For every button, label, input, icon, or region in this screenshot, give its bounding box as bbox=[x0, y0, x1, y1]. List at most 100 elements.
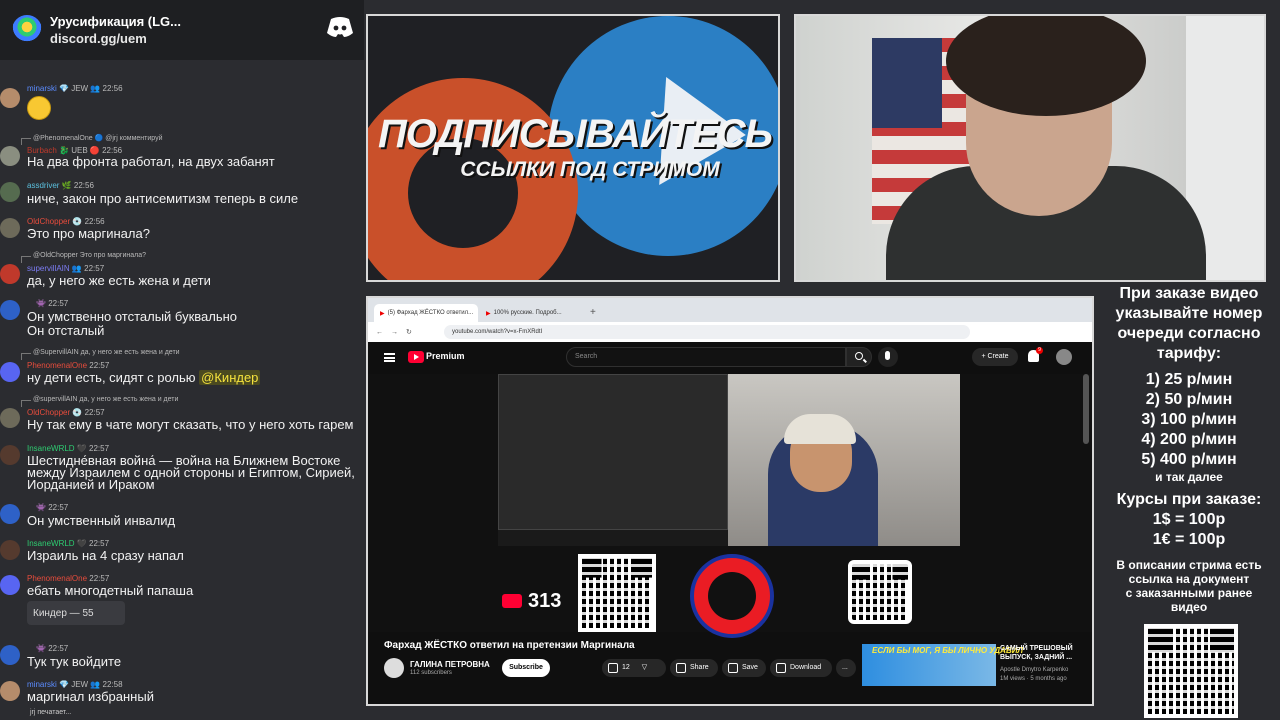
reply-preview[interactable]: @SupervillAIN да, у него же есть жена и … bbox=[21, 349, 180, 360]
recommended-thumbnail[interactable]: ЕСЛИ БЫ МОГ, Я БЫ ЛИЧНО УДАВИЛ bbox=[862, 644, 1023, 686]
reply-preview[interactable]: @supervillAIN да, у него же есть жена и … bbox=[20, 396, 178, 407]
message-text: да, у него же есть жена и дети bbox=[27, 273, 211, 288]
new-tab-icon[interactable]: + bbox=[590, 307, 596, 318]
youtube-brand[interactable]: Premium bbox=[426, 351, 465, 361]
like-count: 12 bbox=[622, 664, 630, 671]
message-time: 22:56 bbox=[84, 217, 105, 226]
message-text: ебать многодетный папаша bbox=[27, 583, 194, 598]
user-nick[interactable]: InsaneWRLD bbox=[27, 444, 75, 453]
search-icon bbox=[855, 352, 863, 360]
reply-preview[interactable]: @OldChopper Это про маргинала? bbox=[20, 252, 146, 263]
download-button[interactable]: Download bbox=[770, 659, 832, 677]
channel-avatar[interactable] bbox=[384, 658, 404, 678]
price-tier: 1) 25 р/мин bbox=[1145, 371, 1233, 388]
forward-icon[interactable]: → bbox=[391, 329, 398, 336]
webcam-feed bbox=[794, 14, 1266, 282]
server-invite-link[interactable]: discord.gg/uem bbox=[50, 30, 181, 47]
rates-title: Курсы при заказе: bbox=[1116, 491, 1262, 508]
price-intro-line: тарифу: bbox=[1156, 345, 1222, 362]
price-tier: 5) 400 р/мин bbox=[1141, 451, 1237, 468]
message-time: 22:56 bbox=[102, 84, 123, 93]
back-icon[interactable]: ← bbox=[376, 329, 383, 336]
stream-overlay: Урусификация (LG... discord.gg/uem minar… bbox=[0, 0, 1280, 720]
description-note: видео bbox=[1170, 600, 1208, 614]
youtube-logo-icon[interactable] bbox=[408, 351, 424, 363]
user-badges: 👾 bbox=[36, 503, 46, 512]
create-button[interactable]: + Create bbox=[972, 348, 1018, 366]
account-avatar[interactable] bbox=[1056, 349, 1072, 365]
address-bar-row: ← → ↻ youtube.com/watch?v=x-FmXRdtI bbox=[368, 322, 1092, 342]
user-badges: 👾 bbox=[36, 299, 46, 308]
recommended-title[interactable]: САМЫЙ ТРЕШОВЫЙ ВЫПУСК, ЗАДНИЙ ... bbox=[1000, 644, 1092, 662]
more-actions-button[interactable]: ... bbox=[836, 659, 856, 677]
user-avatar bbox=[0, 218, 20, 238]
reload-icon[interactable]: ↻ bbox=[406, 328, 412, 336]
url-field[interactable]: youtube.com/watch?v=x-FmXRdtI bbox=[444, 325, 970, 339]
user-avatar bbox=[0, 540, 20, 560]
user-badges: 💿 bbox=[72, 408, 83, 417]
download-label: Download bbox=[790, 664, 822, 671]
user-avatar bbox=[0, 362, 20, 382]
user-nick[interactable]: PhenomenalOne bbox=[27, 574, 87, 583]
price-list-panel: При заказе видео указывайте номер очеред… bbox=[1098, 284, 1280, 720]
reply-preview[interactable]: @PhenomenalOne 🔵 @jrj комментируй bbox=[21, 134, 163, 145]
user-avatar bbox=[0, 264, 20, 284]
recommended-channel[interactable]: Apostle Dmytro Karpenko bbox=[1000, 667, 1068, 673]
tab-title: (5) Фархад ЖЁСТКО ответил... bbox=[387, 310, 474, 316]
save-label: Save bbox=[742, 664, 758, 671]
download-icon bbox=[776, 663, 786, 673]
user-mention[interactable]: @Киндер bbox=[199, 370, 261, 385]
search-input[interactable]: Search bbox=[566, 347, 846, 367]
search-button[interactable] bbox=[846, 347, 872, 367]
message-text: ниче, закон про антисемитизм теперь в си… bbox=[27, 191, 299, 206]
message-text: На два фронта работал, на двух забанят bbox=[27, 154, 275, 169]
subscribe-button[interactable]: Subscribe bbox=[502, 659, 550, 677]
video-title: Фархад ЖЁСТКО ответил на претензии Марги… bbox=[384, 640, 635, 651]
message-time: 22:57 bbox=[84, 408, 105, 417]
page-scrollbar[interactable] bbox=[1083, 374, 1089, 444]
rate-line: 1$ = 100р bbox=[1152, 511, 1226, 528]
price-intro-line: очереди согласно bbox=[1117, 325, 1261, 342]
message-text: ну дети есть, сидят с ролью bbox=[27, 370, 200, 385]
price-tier: 2) 50 р/мин bbox=[1145, 391, 1233, 408]
microphone-icon[interactable] bbox=[878, 347, 898, 367]
user-nick[interactable]: assdriver bbox=[27, 181, 59, 190]
save-button[interactable]: Save bbox=[722, 659, 766, 677]
description-note: В описании стрима есть bbox=[1116, 558, 1262, 572]
qr-code-icon bbox=[578, 554, 656, 632]
browser-tab-active[interactable]: ▶ (5) Фархад ЖЁСТКО ответил... bbox=[374, 304, 478, 322]
message-time: 22:58 bbox=[102, 680, 123, 689]
message-time: 22:56 bbox=[73, 181, 94, 190]
price-tier: 3) 100 р/мин bbox=[1141, 411, 1237, 428]
message-time: 22:57 bbox=[89, 444, 110, 453]
video-player[interactable]: 313 bbox=[368, 374, 1092, 638]
message-time: 22:57 bbox=[48, 503, 69, 512]
browser-tab[interactable]: ▶ 100% русские. Подроб... bbox=[480, 304, 584, 322]
message-time: 22:57 bbox=[48, 299, 69, 308]
like-button[interactable]: 12 ▽ bbox=[602, 659, 666, 677]
user-nick[interactable]: minarski bbox=[27, 680, 57, 689]
message-text: маргинал избранный bbox=[27, 689, 154, 704]
user-nick[interactable]: OldChopper bbox=[27, 408, 70, 417]
user-nick[interactable]: supervillAIN bbox=[27, 264, 70, 273]
user-nick[interactable]: PhenomenalOne bbox=[27, 361, 87, 370]
reply-chip[interactable]: Киндер — 55 bbox=[27, 601, 125, 625]
video-guest-cam bbox=[728, 374, 960, 564]
thumbs-up-icon bbox=[608, 663, 618, 673]
user-nick[interactable]: minarski bbox=[27, 84, 57, 93]
user-badges: 👾 bbox=[36, 644, 46, 653]
share-button[interactable]: Share bbox=[670, 659, 718, 677]
menu-icon[interactable] bbox=[384, 353, 395, 362]
notification-badge: 9 bbox=[1036, 347, 1043, 354]
user-nick[interactable]: InsaneWRLD bbox=[27, 539, 75, 548]
recommended-meta: 1M views · 5 months ago bbox=[1000, 676, 1067, 682]
message-text: Ну так ему в чате могут сказать, что у н… bbox=[27, 417, 354, 432]
price-intro-line: При заказе видео bbox=[1119, 285, 1259, 302]
user-avatar bbox=[0, 300, 20, 320]
channel-name[interactable]: ГАЛИНА ПЕТРОВНА bbox=[410, 660, 490, 669]
thumbs-down-icon[interactable]: ▽ bbox=[642, 664, 647, 671]
price-etc: и так далее bbox=[1155, 470, 1223, 484]
description-note: с заказанными ранее bbox=[1125, 586, 1253, 600]
user-nick[interactable]: OldChopper bbox=[27, 217, 70, 226]
message-text: Он умственный инвалид bbox=[27, 513, 176, 528]
